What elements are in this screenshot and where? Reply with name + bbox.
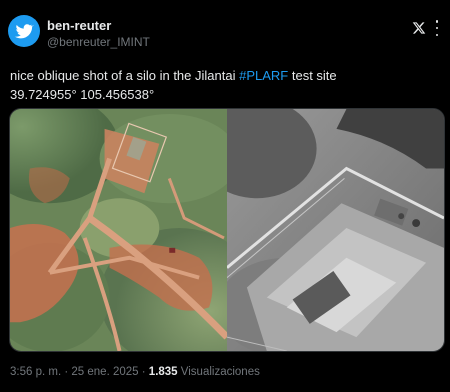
- tweet-metadata: 3:56 p. m. · 25 ene. 2025 · 1.835 Visual…: [10, 366, 260, 378]
- tweet-coordinates: 39.724955° 105.456538°: [10, 87, 155, 102]
- tweet-text: nice oblique shot of a silo in the Jilan…: [10, 66, 440, 104]
- more-options-icon[interactable]: [431, 20, 443, 36]
- views-count: 1.835: [148, 366, 178, 378]
- satellite-color-terrain-image[interactable]: [10, 109, 227, 351]
- tweet-card: ben-reuter @benreuter_IMINT nice oblique…: [0, 0, 450, 392]
- author-name[interactable]: ben-reuter: [47, 18, 111, 33]
- meta-separator: ·: [64, 366, 69, 378]
- hashtag-link[interactable]: #PLARF: [239, 68, 288, 83]
- tweet-text-tail: test site: [288, 68, 337, 83]
- views-label: Visualizaciones: [180, 366, 260, 378]
- satellite-grayscale-oblique-image[interactable]: [227, 109, 444, 351]
- tweet-media[interactable]: [9, 108, 445, 352]
- tweet-text-main: nice oblique shot of a silo in the Jilan…: [10, 68, 240, 83]
- meta-separator-2: ·: [141, 366, 146, 378]
- tweet-date[interactable]: 25 ene. 2025: [71, 366, 138, 378]
- author-handle[interactable]: @benreuter_IMINT: [47, 35, 150, 49]
- tweet-time[interactable]: 3:56 p. m.: [10, 366, 61, 378]
- x-logo-icon: [412, 22, 426, 34]
- twitter-bird-icon: [14, 24, 34, 39]
- author-avatar[interactable]: [8, 15, 40, 47]
